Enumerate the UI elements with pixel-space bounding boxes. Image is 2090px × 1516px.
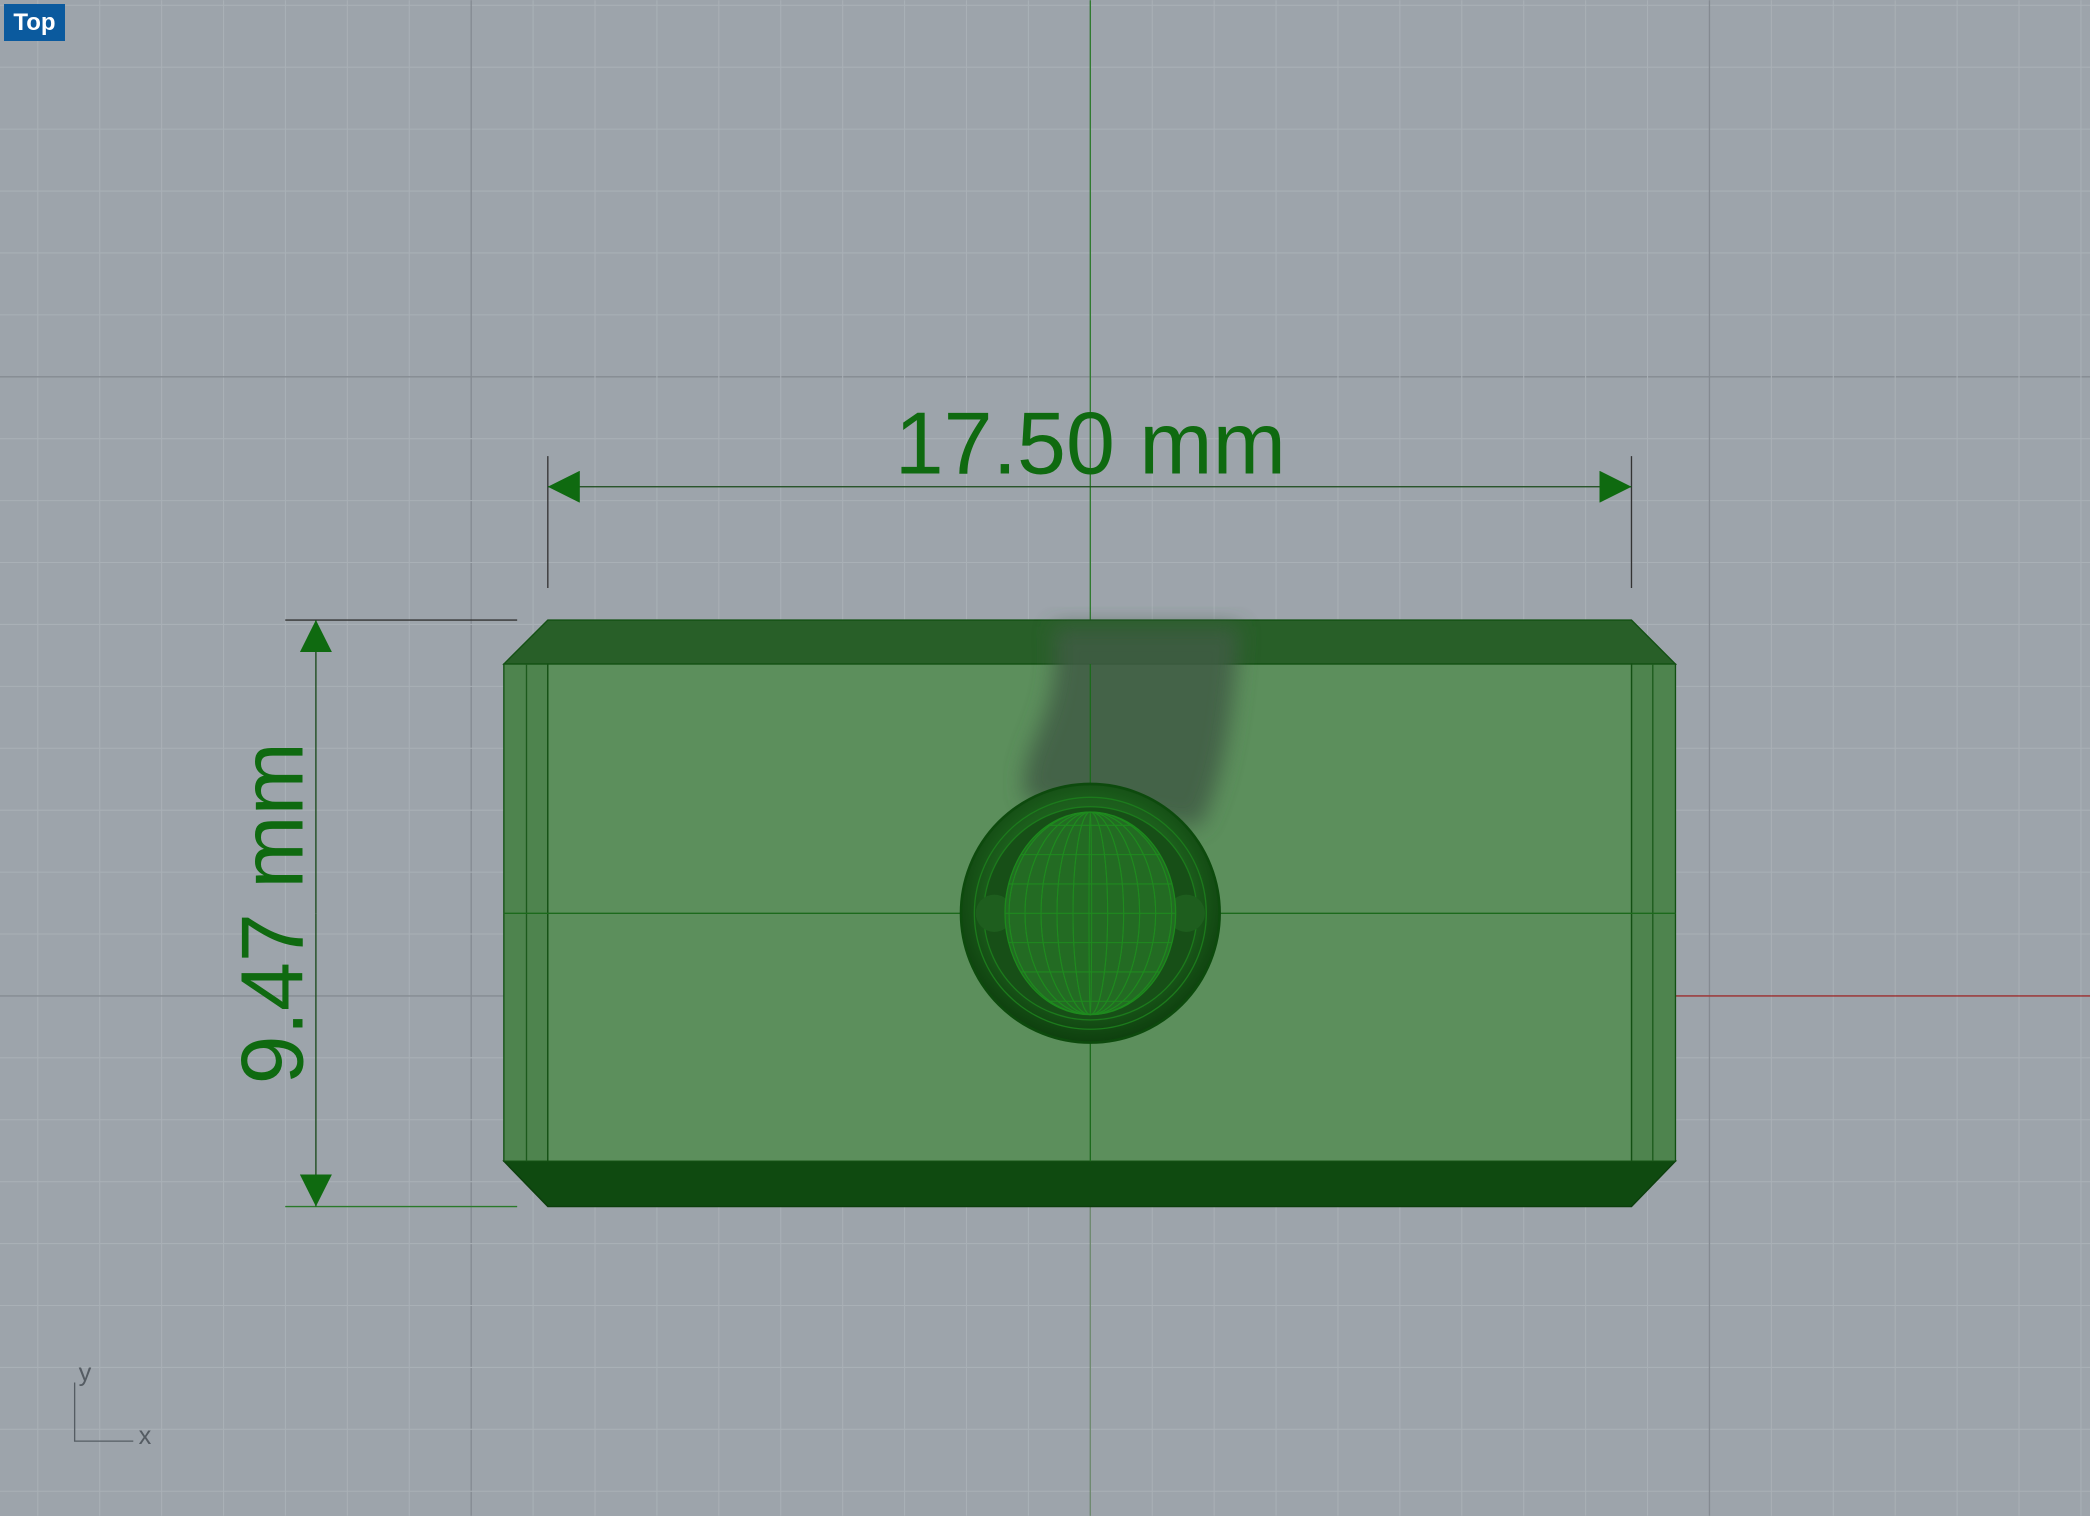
axis-icon: y x	[73, 1359, 152, 1450]
dimension-horizontal[interactable]: 17.50 mm	[547, 393, 1633, 589]
dimension-vertical-label: 9.47 mm	[223, 742, 322, 1084]
sphere-part[interactable]	[959, 782, 1221, 1044]
dimension-vertical[interactable]: 9.47 mm	[223, 619, 518, 1208]
dimension-horizontal-label: 17.50 mm	[895, 393, 1286, 492]
viewport-canvas[interactable]: 17.50 mm 9.47 mm y x	[0, 0, 2090, 1516]
viewport-title-tab[interactable]: Top	[4, 4, 65, 41]
viewport-top[interactable]: 17.50 mm 9.47 mm y x Top	[0, 0, 2090, 1516]
axis-y-label: y	[79, 1359, 92, 1387]
axis-x-label: x	[139, 1422, 152, 1450]
